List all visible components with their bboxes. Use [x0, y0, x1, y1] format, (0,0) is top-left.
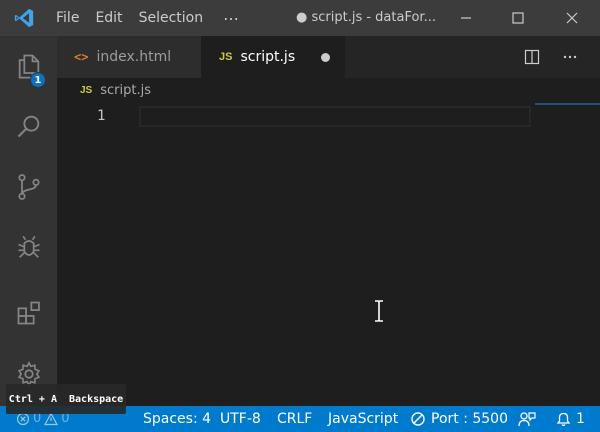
explorer-button[interactable]: 1 [0, 42, 57, 90]
live-server-status[interactable]: Port : 5500 [410, 406, 508, 432]
feedback-button[interactable] [518, 406, 536, 432]
split-editor-button[interactable] [517, 36, 547, 78]
tab-index-html[interactable]: <> index.html [57, 36, 201, 78]
close-icon [566, 12, 578, 24]
menu-edit[interactable]: Edit [87, 0, 130, 36]
breadcrumb-file[interactable]: script.js [100, 83, 151, 98]
explorer-badge: 1 [30, 72, 46, 88]
minimize-button[interactable] [440, 0, 492, 36]
maximize-icon [512, 12, 524, 24]
debug-icon [17, 235, 40, 258]
tab-label: index.html [96, 49, 172, 65]
encoding-status[interactable]: UTF-8 [220, 406, 261, 432]
menu-selection[interactable]: Selection [131, 0, 212, 36]
title-bar: File Edit Selection ⋯ ● script.js - data… [0, 0, 600, 36]
eol-status[interactable]: CRLF [277, 406, 312, 432]
search-button[interactable] [0, 102, 57, 150]
window-title: ● script.js - dataFor... [296, 10, 436, 25]
keystroke-overlay: Ctrl + A Backspace [6, 384, 126, 414]
search-icon [17, 115, 39, 138]
scroll-indicator [535, 103, 600, 105]
language-mode-status[interactable]: JavaScript [328, 406, 398, 432]
split-editor-icon [524, 49, 540, 65]
minimize-icon [461, 17, 471, 19]
extensions-icon [17, 301, 40, 325]
js-file-icon: JS [219, 51, 233, 63]
port-label: Port : 5500 [431, 411, 508, 427]
indentation-status[interactable]: Spaces: 4 [143, 406, 211, 432]
more-actions-icon [563, 55, 577, 59]
feedback-person-icon [518, 412, 536, 427]
run-debug-button[interactable] [0, 224, 57, 272]
js-file-icon: JS [80, 84, 93, 96]
notification-count: 1 [576, 411, 585, 427]
warning-icon [44, 412, 59, 426]
editor-tab-bar: <> index.html JS script.js [57, 36, 600, 78]
bell-icon [556, 412, 571, 427]
notifications-button[interactable]: 1 [556, 406, 585, 432]
close-window-button[interactable] [546, 0, 598, 36]
source-control-icon [17, 174, 40, 200]
maximize-button[interactable] [492, 0, 544, 36]
line-number: 1 [97, 108, 106, 124]
error-icon [16, 412, 30, 426]
html-file-icon: <> [74, 50, 89, 64]
more-actions-button[interactable] [555, 36, 585, 78]
menu-more-icon[interactable]: ⋯ [211, 9, 252, 28]
source-control-button[interactable] [0, 163, 57, 211]
extensions-button[interactable] [0, 289, 57, 337]
activity-bar: 1 [0, 36, 57, 406]
vscode-logo-icon [0, 0, 48, 36]
menu-file[interactable]: File [48, 0, 87, 36]
current-line-highlight[interactable] [139, 106, 531, 127]
text-cursor-icon [375, 300, 383, 322]
tab-label: script.js [240, 49, 296, 65]
breadcrumb: JS script.js [57, 78, 600, 102]
code-editor[interactable]: 1 [57, 102, 600, 406]
tab-script-js[interactable]: JS script.js [201, 36, 345, 78]
unsaved-dot-icon[interactable] [321, 53, 330, 62]
no-entry-icon [411, 412, 425, 426]
